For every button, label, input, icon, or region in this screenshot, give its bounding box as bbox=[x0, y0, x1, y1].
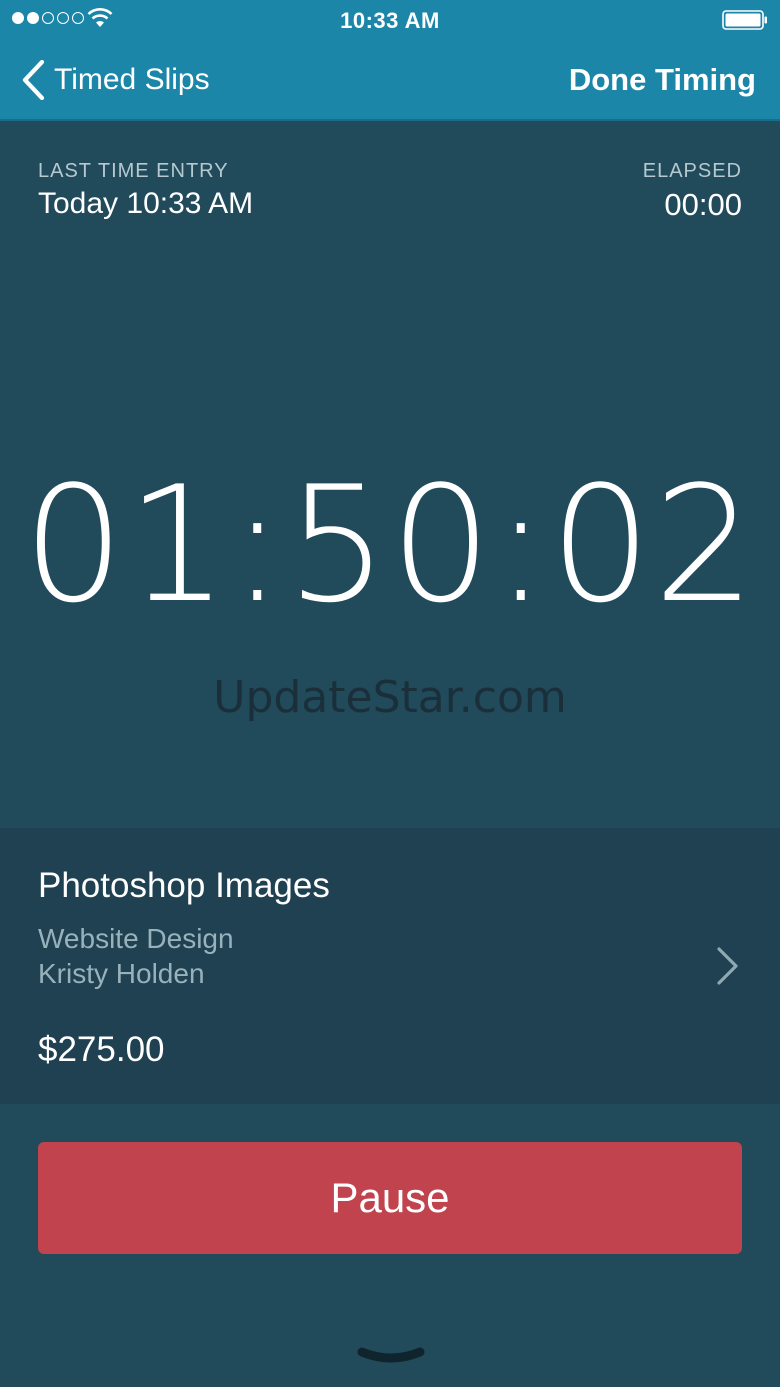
chevron-down-icon[interactable] bbox=[356, 1344, 426, 1368]
battery-icon bbox=[722, 10, 767, 30]
status-clock: 10:33 AM bbox=[340, 8, 440, 33]
pause-button[interactable]: Pause bbox=[38, 1142, 742, 1254]
project-client: Website Design bbox=[38, 923, 234, 954]
chevron-left-icon bbox=[22, 60, 45, 100]
project-card[interactable]: Photoshop Images Website Design Kristy H… bbox=[0, 828, 780, 1104]
project-amount: $275.00 bbox=[38, 1030, 165, 1069]
status-bar: 10:33 AM bbox=[0, 0, 780, 40]
project-name: Photoshop Images bbox=[38, 866, 330, 905]
last-time-entry-label: LAST TIME ENTRY bbox=[38, 160, 229, 182]
timer-display: 01:50:02 bbox=[22, 451, 758, 638]
back-button-label: Timed Slips bbox=[54, 63, 210, 96]
elapsed-label: ELAPSED bbox=[642, 160, 742, 182]
project-person: Kristy Holden bbox=[38, 958, 205, 989]
done-timing-button[interactable]: Done Timing bbox=[569, 54, 756, 106]
back-button[interactable]: Timed Slips bbox=[20, 54, 210, 106]
elapsed-value: 00:00 bbox=[664, 187, 742, 222]
last-time-entry-value: Today 10:33 AM bbox=[38, 187, 254, 220]
navigation-bar: Timed Slips Done Timing bbox=[0, 44, 780, 116]
chevron-right-icon bbox=[717, 947, 738, 985]
watermark: UpdateStar.com bbox=[213, 672, 567, 723]
top-bar: 10:33 AM Timed Slips Done Timing bbox=[0, 0, 780, 121]
